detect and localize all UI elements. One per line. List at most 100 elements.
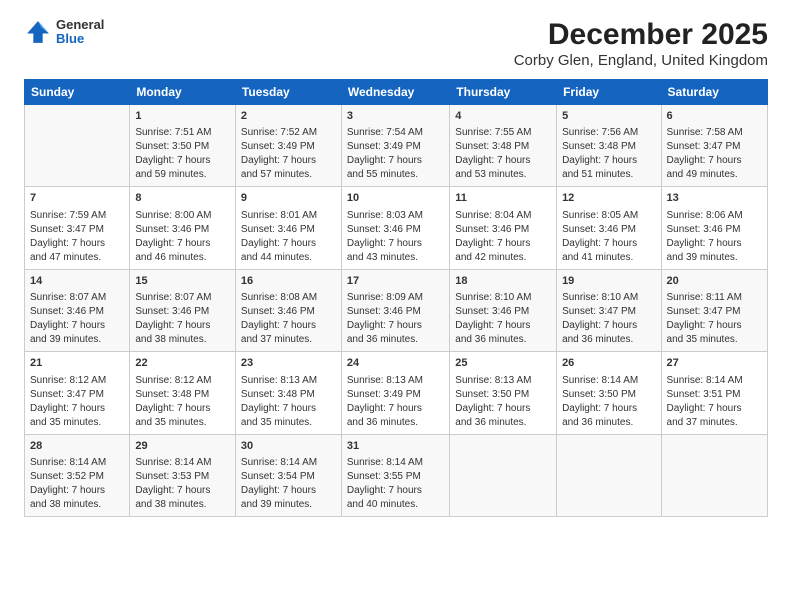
day-number: 11 — [455, 191, 551, 206]
cell-info-line: Sunrise: 8:14 AM — [135, 456, 230, 470]
calendar-cell: 19Sunrise: 8:10 AMSunset: 3:47 PMDayligh… — [557, 269, 661, 351]
day-number: 14 — [30, 274, 124, 289]
calendar-day-header: Thursday — [450, 80, 557, 105]
day-number: 15 — [135, 274, 230, 289]
day-number: 21 — [30, 356, 124, 371]
cell-info-line: Sunset: 3:46 PM — [455, 223, 551, 237]
cell-info-line: Sunrise: 8:12 AM — [135, 374, 230, 388]
cell-info-line: Sunset: 3:53 PM — [135, 470, 230, 484]
cell-info-line: and 57 minutes. — [241, 168, 336, 182]
cell-info-line: Sunrise: 8:14 AM — [347, 456, 444, 470]
day-number: 5 — [562, 109, 655, 124]
day-number: 22 — [135, 356, 230, 371]
cell-info-line: and 43 minutes. — [347, 251, 444, 265]
cell-info-line: and 53 minutes. — [455, 168, 551, 182]
calendar-day-header: Sunday — [25, 80, 130, 105]
cell-info-line: Sunrise: 8:00 AM — [135, 209, 230, 223]
cell-info-line: Sunrise: 8:01 AM — [241, 209, 336, 223]
cell-info-line: Daylight: 7 hours — [562, 154, 655, 168]
cell-info-line: Daylight: 7 hours — [135, 154, 230, 168]
cell-info-line: Daylight: 7 hours — [347, 319, 444, 333]
calendar-cell: 5 Sunrise: 7:56 AMSunset: 3:48 PMDaylight… — [557, 105, 661, 187]
cell-info-line: Sunrise: 8:11 AM — [667, 291, 762, 305]
calendar-header-row: SundayMondayTuesdayWednesdayThursdayFrid… — [25, 80, 768, 105]
cell-info-line: Sunrise: 7:55 AM — [455, 126, 551, 140]
cell-info-line: Sunrise: 8:10 AM — [455, 291, 551, 305]
calendar-cell: 6Sunrise: 7:58 AMSunset: 3:47 PMDaylight… — [661, 105, 767, 187]
calendar-day-header: Saturday — [661, 80, 767, 105]
day-number: 1 — [135, 109, 230, 124]
cell-info-line: Daylight: 7 hours — [135, 319, 230, 333]
cell-info-line: Daylight: 7 hours — [347, 402, 444, 416]
day-number: 12 — [562, 191, 655, 206]
cell-info-line: Sunset: 3:48 PM — [562, 140, 655, 154]
day-number: 6 — [667, 109, 762, 124]
title-block: December 2025 Corby Glen, England, Unite… — [514, 18, 768, 69]
cell-info-line: Daylight: 7 hours — [30, 319, 124, 333]
cell-info-line: Sunrise: 8:13 AM — [241, 374, 336, 388]
calendar-cell: 13Sunrise: 8:06 AMSunset: 3:46 PMDayligh… — [661, 187, 767, 269]
cell-info-line: Sunrise: 7:54 AM — [347, 126, 444, 140]
cell-info-line: Daylight: 7 hours — [135, 402, 230, 416]
calendar-day-header: Friday — [557, 80, 661, 105]
header: General Blue December 2025 Corby Glen, E… — [24, 18, 768, 69]
cell-info-line: Sunrise: 8:07 AM — [30, 291, 124, 305]
cell-info-line: Sunset: 3:46 PM — [135, 305, 230, 319]
cell-info-line: Sunrise: 7:56 AM — [562, 126, 655, 140]
day-number: 30 — [241, 439, 336, 454]
cell-info-line: Sunset: 3:54 PM — [241, 470, 336, 484]
cell-info-line: Daylight: 7 hours — [30, 237, 124, 251]
cell-info-line: Daylight: 7 hours — [135, 237, 230, 251]
cell-info-line: and 38 minutes. — [135, 333, 230, 347]
cell-info-line: and 37 minutes. — [241, 333, 336, 347]
cell-info-line: Sunset: 3:46 PM — [241, 223, 336, 237]
cell-info-line: Sunset: 3:46 PM — [347, 305, 444, 319]
cell-info-line: Daylight: 7 hours — [241, 237, 336, 251]
calendar-cell: 31Sunrise: 8:14 AMSunset: 3:55 PMDayligh… — [341, 434, 449, 516]
cell-info-line: Sunrise: 8:10 AM — [562, 291, 655, 305]
cell-info-line: and 37 minutes. — [667, 416, 762, 430]
calendar-day-header: Monday — [130, 80, 236, 105]
cell-info-line: Sunrise: 8:03 AM — [347, 209, 444, 223]
cell-info-line: Daylight: 7 hours — [30, 484, 124, 498]
cell-info-line: Sunset: 3:51 PM — [667, 388, 762, 402]
calendar-cell: 10Sunrise: 8:03 AMSunset: 3:46 PMDayligh… — [341, 187, 449, 269]
cell-info-line: Daylight: 7 hours — [135, 484, 230, 498]
calendar-cell: 25Sunrise: 8:13 AMSunset: 3:50 PMDayligh… — [450, 352, 557, 434]
cell-info-line: and 36 minutes. — [455, 333, 551, 347]
calendar-cell: 29Sunrise: 8:14 AMSunset: 3:53 PMDayligh… — [130, 434, 236, 516]
day-number: 24 — [347, 356, 444, 371]
day-number: 13 — [667, 191, 762, 206]
cell-info-line: and 35 minutes. — [135, 416, 230, 430]
calendar-cell: 24Sunrise: 8:13 AMSunset: 3:49 PMDayligh… — [341, 352, 449, 434]
calendar-cell: 4Sunrise: 7:55 AMSunset: 3:48 PMDaylight… — [450, 105, 557, 187]
calendar-cell: 21Sunrise: 8:12 AMSunset: 3:47 PMDayligh… — [25, 352, 130, 434]
cell-info-line: and 39 minutes. — [30, 333, 124, 347]
logo-general-text: General — [56, 18, 104, 32]
calendar-cell: 12Sunrise: 8:05 AMSunset: 3:46 PMDayligh… — [557, 187, 661, 269]
cell-info-line: Daylight: 7 hours — [667, 402, 762, 416]
cell-info-line: and 39 minutes. — [241, 498, 336, 512]
cell-info-line: Sunset: 3:46 PM — [241, 305, 336, 319]
cell-info-line: Sunrise: 8:14 AM — [30, 456, 124, 470]
cell-info-line: Sunset: 3:47 PM — [562, 305, 655, 319]
calendar-cell: 7Sunrise: 7:59 AMSunset: 3:47 PMDaylight… — [25, 187, 130, 269]
cell-info-line: and 35 minutes. — [667, 333, 762, 347]
cell-info-line: Sunset: 3:52 PM — [30, 470, 124, 484]
calendar-table: SundayMondayTuesdayWednesdayThursdayFrid… — [24, 79, 768, 517]
cell-info-line: Daylight: 7 hours — [455, 154, 551, 168]
day-number: 23 — [241, 356, 336, 371]
calendar-week-row: 1Sunrise: 7:51 AMSunset: 3:50 PMDaylight… — [25, 105, 768, 187]
calendar-cell: 28Sunrise: 8:14 AMSunset: 3:52 PMDayligh… — [25, 434, 130, 516]
calendar-cell — [25, 105, 130, 187]
location: Corby Glen, England, United Kingdom — [514, 52, 768, 69]
cell-info-line: Sunset: 3:47 PM — [667, 140, 762, 154]
day-number: 17 — [347, 274, 444, 289]
cell-info-line: Sunset: 3:49 PM — [347, 388, 444, 402]
cell-info-line: and 38 minutes. — [135, 498, 230, 512]
cell-info-line: Sunrise: 8:14 AM — [667, 374, 762, 388]
cell-info-line: Sunset: 3:46 PM — [667, 223, 762, 237]
cell-info-line: and 46 minutes. — [135, 251, 230, 265]
cell-info-line: Sunrise: 8:13 AM — [455, 374, 551, 388]
day-number: 20 — [667, 274, 762, 289]
